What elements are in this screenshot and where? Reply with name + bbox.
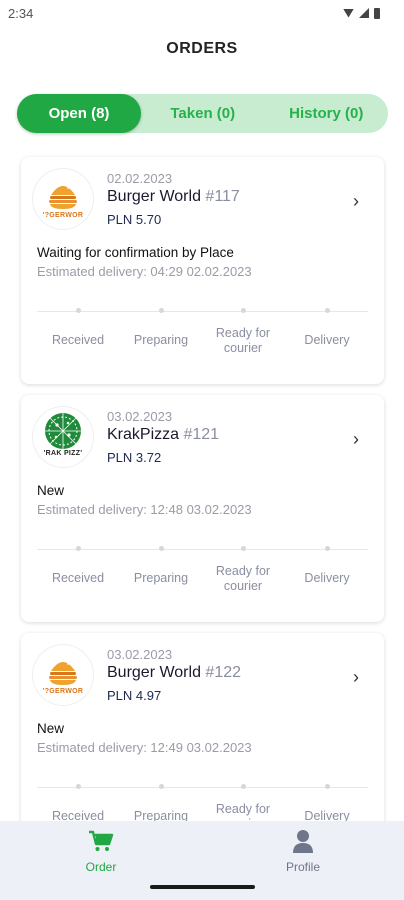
place-logo: '?GERWOR xyxy=(33,645,93,705)
progress-dot xyxy=(159,308,164,313)
order-date: 03.02.2023 xyxy=(107,647,173,662)
progress-dot xyxy=(159,784,164,789)
order-title: Burger World #117 xyxy=(107,188,240,206)
progress-dot xyxy=(159,546,164,551)
logo-text: '?GERWOR xyxy=(42,212,84,219)
step-preparing: Preparing xyxy=(133,571,189,585)
step-received: Received xyxy=(51,333,105,347)
logo-text: 'RAK PIZZ' xyxy=(43,450,83,457)
page-title: ORDERS xyxy=(166,40,238,57)
nav-order[interactable]: Order xyxy=(61,829,141,874)
signal-icon xyxy=(359,8,369,18)
place-logo: 'RAK PIZZ' xyxy=(33,407,93,467)
progress-dot xyxy=(241,546,246,551)
order-date: 03.02.2023 xyxy=(107,409,173,424)
tab-taken[interactable]: Taken (0) xyxy=(141,94,265,133)
order-number: #122 xyxy=(205,664,242,681)
progress-track xyxy=(37,549,368,550)
order-card[interactable]: '?GERWOR 02.02.2023 Burger World #117 PL… xyxy=(21,157,384,384)
order-title: Burger World #122 xyxy=(107,664,241,682)
battery-icon xyxy=(374,7,380,19)
cart-icon xyxy=(89,830,114,851)
person-icon xyxy=(293,830,313,853)
burger-icon xyxy=(49,183,77,209)
step-preparing: Preparing xyxy=(133,333,189,347)
place-logo: '?GERWOR xyxy=(33,169,93,229)
progress-dot xyxy=(76,308,81,313)
status-icons xyxy=(343,7,380,19)
estimated-delivery: Estimated delivery: 04:29 02.02.2023 xyxy=(37,264,252,279)
chevron-right-icon[interactable]: › xyxy=(353,667,359,688)
order-status: Waiting for confirmation by Place xyxy=(37,245,234,260)
progress-dot xyxy=(76,546,81,551)
place-name: Burger World xyxy=(107,188,201,205)
step-received: Received xyxy=(51,571,105,585)
status-time: 2:34 xyxy=(8,5,34,21)
order-title: KrakPizza #121 xyxy=(107,426,219,444)
logo-text: '?GERWOR xyxy=(42,688,84,695)
place-name: KrakPizza xyxy=(107,426,180,443)
step-delivery: Delivery xyxy=(304,333,350,347)
order-status: New xyxy=(37,721,65,736)
progress-track xyxy=(37,311,368,312)
step-delivery: Delivery xyxy=(304,571,350,585)
order-price: PLN 4.97 xyxy=(107,688,162,703)
burger-icon xyxy=(49,659,77,685)
chevron-right-icon[interactable]: › xyxy=(353,191,359,212)
estimated-delivery: Estimated delivery: 12:49 03.02.2023 xyxy=(37,740,252,755)
tab-history[interactable]: History (0) xyxy=(265,94,389,133)
pizza-icon xyxy=(45,413,81,449)
place-name: Burger World xyxy=(107,664,201,681)
order-tabs: Open (8) Taken (0) History (0) xyxy=(17,94,388,133)
step-ready-for-courier: Ready for courier xyxy=(215,326,271,355)
nav-profile[interactable]: Profile xyxy=(263,829,343,874)
progress-dot xyxy=(325,308,330,313)
progress-dot xyxy=(76,784,81,789)
step-ready-for-courier: Ready for courier xyxy=(215,564,271,593)
status-bar: 2:34 xyxy=(0,0,404,26)
order-price: PLN 3.72 xyxy=(107,450,162,465)
progress-dot xyxy=(241,784,246,789)
order-number: #117 xyxy=(205,188,240,205)
nav-profile-label: Profile xyxy=(285,860,320,874)
order-status: New xyxy=(37,483,65,498)
order-price: PLN 5.70 xyxy=(107,212,162,227)
chevron-right-icon[interactable]: › xyxy=(353,429,359,450)
estimated-delivery: Estimated delivery: 12:48 03.02.2023 xyxy=(37,502,252,517)
wifi-icon xyxy=(343,8,354,18)
progress-dot xyxy=(241,308,246,313)
gesture-handle[interactable] xyxy=(150,885,255,889)
order-number: #121 xyxy=(183,426,220,443)
order-date: 02.02.2023 xyxy=(107,171,173,186)
progress-track xyxy=(37,787,368,788)
nav-order-label: Order xyxy=(85,860,117,874)
progress-dot xyxy=(325,784,330,789)
order-card[interactable]: 'RAK PIZZ' 03.02.2023 KrakPizza #121 PLN… xyxy=(21,395,384,622)
tab-open[interactable]: Open (8) xyxy=(17,94,141,133)
progress-dot xyxy=(325,546,330,551)
